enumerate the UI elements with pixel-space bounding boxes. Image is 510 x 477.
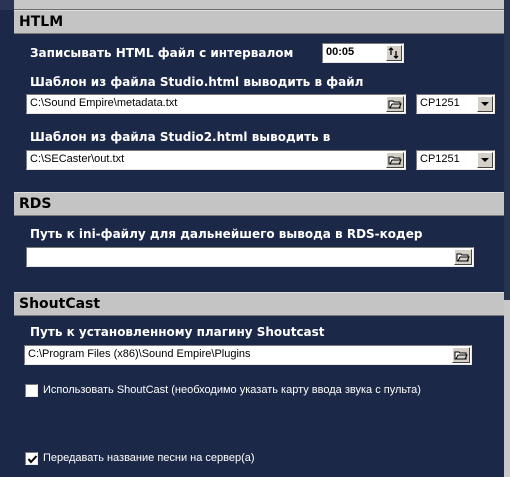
send-song-title-label: Передавать название песни на сервер(а) bbox=[43, 452, 255, 464]
template2-label: Шаблон из файла Studio2.html выводить в bbox=[30, 130, 331, 144]
send-song-title-checkbox[interactable] bbox=[25, 452, 38, 465]
interval-label: Записывать HTML файл с интервалом bbox=[30, 46, 294, 60]
chevron-down-icon[interactable] bbox=[477, 152, 493, 168]
interval-spinner[interactable]: 00:05 bbox=[322, 43, 404, 63]
template1-path-field[interactable]: C:\Sound Empire\metadata.txt bbox=[26, 94, 406, 114]
plugin-path: C:\Program Files (x86)\Sound Empire\Plug… bbox=[28, 348, 251, 360]
template2-encoding: CP1251 bbox=[420, 153, 460, 165]
folder-open-icon[interactable] bbox=[452, 347, 470, 363]
interval-value: 00:05 bbox=[326, 46, 355, 58]
template1-path: C:\Sound Empire\metadata.txt bbox=[30, 97, 178, 109]
top-left-block bbox=[0, 0, 14, 10]
folder-open-icon[interactable] bbox=[386, 152, 404, 168]
section-header-shoutcast: ShoutCast bbox=[14, 292, 504, 316]
plugin-path-label: Путь к установленному плагину Shoutcast bbox=[30, 325, 325, 339]
template2-path-field[interactable]: C:\SECaster\out.txt bbox=[26, 150, 406, 170]
spin-arrows-icon[interactable] bbox=[386, 45, 402, 61]
use-shoutcast-label: Использовать ShoutCast (необходимо указа… bbox=[43, 384, 421, 396]
section-header-htlm: HTLM bbox=[14, 10, 504, 34]
top-scrollbar[interactable] bbox=[14, 0, 504, 10]
chevron-down-icon[interactable] bbox=[477, 96, 493, 112]
template1-encoding-select[interactable]: CP1251 bbox=[416, 94, 495, 114]
right-edge bbox=[504, 0, 510, 477]
checkmark-icon bbox=[27, 455, 38, 464]
folder-open-icon[interactable] bbox=[454, 249, 472, 265]
template2-encoding-select[interactable]: CP1251 bbox=[416, 150, 495, 170]
section-header-rds: RDS bbox=[14, 192, 504, 216]
use-shoutcast-checkbox[interactable] bbox=[25, 384, 38, 397]
rds-path-field[interactable] bbox=[26, 247, 474, 267]
template1-label: Шаблон из файла Studio.html выводить в ф… bbox=[30, 75, 364, 89]
plugin-path-field[interactable]: C:\Program Files (x86)\Sound Empire\Plug… bbox=[24, 345, 472, 365]
right-edge-gray bbox=[504, 300, 510, 477]
template1-encoding: CP1251 bbox=[420, 97, 460, 109]
folder-open-icon[interactable] bbox=[386, 96, 404, 112]
window-top-strip bbox=[0, 0, 510, 10]
rds-path-label: Путь к ini-файлу для дальнейшего вывода … bbox=[30, 227, 423, 241]
template2-path: C:\SECaster\out.txt bbox=[30, 153, 125, 165]
